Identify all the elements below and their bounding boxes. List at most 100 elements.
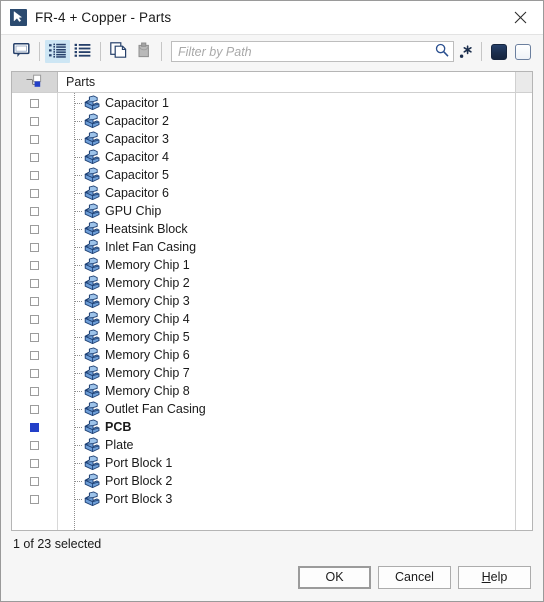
tree-stub <box>75 121 83 122</box>
tree-row[interactable]: Memory Chip 4 <box>58 310 515 328</box>
row-checkbox-cell[interactable] <box>12 472 57 490</box>
checkbox-unchecked[interactable] <box>30 458 39 468</box>
checkbox-unchecked[interactable] <box>30 404 39 414</box>
tree-row[interactable]: Heatsink Block <box>58 220 515 238</box>
checkbox-unchecked[interactable] <box>30 278 39 288</box>
tree-stub <box>75 301 83 302</box>
dark-swatch-button[interactable] <box>487 40 511 63</box>
toolbar <box>1 35 543 68</box>
row-checkbox-cell[interactable] <box>12 94 57 112</box>
tree-row[interactable]: Capacitor 5 <box>58 166 515 184</box>
tree-stub <box>75 391 83 392</box>
tree-row[interactable]: PCB <box>58 418 515 436</box>
checkbox-unchecked[interactable] <box>30 260 39 270</box>
tree-row[interactable]: Capacitor 4 <box>58 148 515 166</box>
checkbox-unchecked[interactable] <box>30 224 39 234</box>
checkbox-unchecked[interactable] <box>30 296 39 306</box>
checkbox-checked[interactable] <box>30 422 39 432</box>
row-checkbox-cell[interactable] <box>12 166 57 184</box>
checkbox-unchecked[interactable] <box>30 476 39 486</box>
tree-row[interactable]: Capacitor 1 <box>58 94 515 112</box>
tree-row[interactable]: Capacitor 2 <box>58 112 515 130</box>
tree-row-label: Capacitor 5 <box>105 168 169 182</box>
filter-field[interactable] <box>171 41 454 62</box>
tree-row[interactable]: Capacitor 3 <box>58 130 515 148</box>
row-checkbox-cell[interactable] <box>12 436 57 454</box>
parts-tree: Parts Capacitor 1 Capacitor 2 Capacitor 3C… <box>11 71 533 531</box>
checkbox-unchecked[interactable] <box>30 350 39 360</box>
list-plain-button[interactable] <box>70 40 95 63</box>
cancel-button[interactable]: Cancel <box>378 565 451 589</box>
tree-row[interactable]: Inlet Fan Casing <box>58 238 515 256</box>
checkbox-unchecked[interactable] <box>30 242 39 252</box>
row-checkbox-cell[interactable] <box>12 382 57 400</box>
tree-row[interactable]: Memory Chip 8 <box>58 382 515 400</box>
tree-row[interactable]: Port Block 3 <box>58 490 515 508</box>
row-checkbox-cell[interactable] <box>12 292 57 310</box>
tree-row[interactable]: Memory Chip 1 <box>58 256 515 274</box>
app-icon <box>10 9 27 26</box>
close-button[interactable] <box>498 1 543 34</box>
header-parts-label: Parts <box>58 72 515 92</box>
tree-row[interactable]: Memory Chip 2 <box>58 274 515 292</box>
tree-row[interactable]: Memory Chip 7 <box>58 364 515 382</box>
tree-row[interactable]: Outlet Fan Casing <box>58 400 515 418</box>
row-checkbox-cell[interactable] <box>12 220 57 238</box>
row-checkbox-cell[interactable] <box>12 346 57 364</box>
checkbox-unchecked[interactable] <box>30 152 39 162</box>
checkbox-unchecked[interactable] <box>30 188 39 198</box>
regex-toggle-button[interactable] <box>456 40 476 63</box>
row-checkbox-cell[interactable] <box>12 418 57 436</box>
row-checkbox-cell[interactable] <box>12 184 57 202</box>
light-swatch-button[interactable] <box>511 40 535 63</box>
row-checkbox-cell[interactable] <box>12 454 57 472</box>
tree-row[interactable]: GPU Chip <box>58 202 515 220</box>
copy-button[interactable] <box>106 40 131 63</box>
magnifier-icon <box>435 43 449 60</box>
checkbox-unchecked[interactable] <box>30 314 39 324</box>
checkbox-unchecked[interactable] <box>30 116 39 126</box>
search-button[interactable] <box>431 42 453 61</box>
part-block-icon <box>84 221 100 237</box>
row-checkbox-cell[interactable] <box>12 364 57 382</box>
checkbox-unchecked[interactable] <box>30 170 39 180</box>
tree-row-label: Capacitor 2 <box>105 114 169 128</box>
tree-row[interactable]: Memory Chip 3 <box>58 292 515 310</box>
tree-row[interactable]: Capacitor 6 <box>58 184 515 202</box>
tree-row[interactable]: Port Block 1 <box>58 454 515 472</box>
row-checkbox-cell[interactable] <box>12 490 57 508</box>
row-checkbox-cell[interactable] <box>12 238 57 256</box>
checkbox-unchecked[interactable] <box>30 98 39 108</box>
row-checkbox-cell[interactable] <box>12 310 57 328</box>
checkbox-unchecked[interactable] <box>30 494 39 504</box>
tree-row[interactable]: Memory Chip 5 <box>58 328 515 346</box>
comment-button[interactable] <box>9 40 34 63</box>
row-checkbox-cell[interactable] <box>12 202 57 220</box>
ok-button[interactable]: OK <box>298 565 371 589</box>
checkbox-unchecked[interactable] <box>30 134 39 144</box>
list-detail-button[interactable] <box>45 40 70 63</box>
part-block-icon <box>84 239 100 255</box>
paste-button[interactable] <box>131 40 156 63</box>
row-checkbox-cell[interactable] <box>12 112 57 130</box>
row-checkbox-cell[interactable] <box>12 130 57 148</box>
row-checkbox-cell[interactable] <box>12 148 57 166</box>
checkbox-unchecked[interactable] <box>30 368 39 378</box>
tree-row[interactable]: Port Block 2 <box>58 472 515 490</box>
filter-input[interactable] <box>172 42 431 61</box>
row-checkbox-cell[interactable] <box>12 328 57 346</box>
row-checkbox-cell[interactable] <box>12 256 57 274</box>
tree-row[interactable]: Plate <box>58 436 515 454</box>
header-select-all-cell[interactable] <box>12 72 58 92</box>
checkbox-unchecked[interactable] <box>30 440 39 450</box>
tree-row-label: Memory Chip 6 <box>105 348 190 362</box>
checkbox-unchecked[interactable] <box>30 332 39 342</box>
checkbox-unchecked[interactable] <box>30 386 39 396</box>
checkbox-unchecked[interactable] <box>30 206 39 216</box>
tree-header: Parts <box>12 72 532 93</box>
tree-stub <box>75 175 83 176</box>
help-button[interactable]: Help <box>458 565 531 589</box>
row-checkbox-cell[interactable] <box>12 274 57 292</box>
tree-row[interactable]: Memory Chip 6 <box>58 346 515 364</box>
row-checkbox-cell[interactable] <box>12 400 57 418</box>
